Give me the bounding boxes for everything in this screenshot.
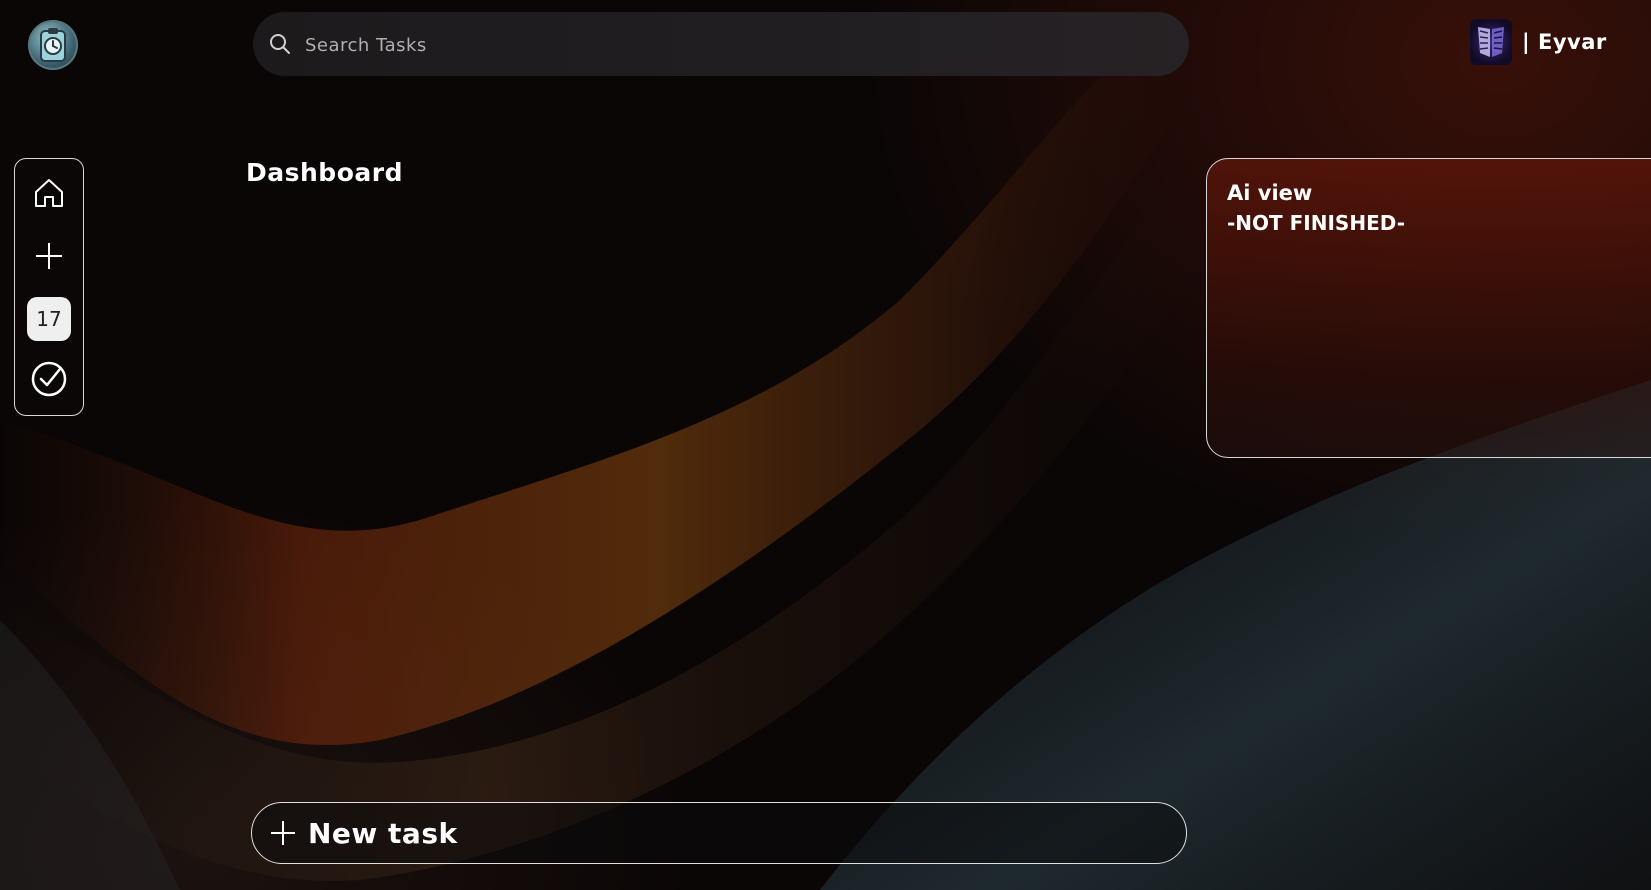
home-icon [35, 179, 63, 207]
calendar-icon: 17 [36, 307, 62, 331]
search-icon [269, 33, 291, 59]
username: | Eyvar [1522, 30, 1607, 54]
search-bar[interactable] [253, 12, 1189, 76]
wings-emblem-icon [1478, 27, 1504, 57]
plus-icon [36, 243, 62, 269]
avatar[interactable] [1470, 19, 1512, 65]
app-logo[interactable] [28, 20, 78, 70]
plus-icon [270, 820, 296, 846]
sidebar-item-home[interactable] [27, 171, 71, 215]
sidebar-item-add[interactable] [27, 234, 71, 278]
check-circle-icon [31, 361, 67, 397]
new-task-button[interactable]: New task [251, 802, 1187, 864]
sidebar-nav: 17 [14, 158, 84, 416]
sidebar-item-calendar[interactable]: 17 [27, 297, 71, 341]
page-title: Dashboard [246, 158, 403, 187]
user-profile[interactable]: | Eyvar [1470, 18, 1607, 66]
search-input[interactable] [303, 26, 1147, 64]
clipboard-clock-icon [40, 28, 66, 62]
ai-panel-title: Ai view [1227, 181, 1313, 205]
new-task-label: New task [308, 816, 458, 850]
ai-view-panel: Ai view -NOT FINISHED- [1206, 158, 1651, 458]
ai-panel-status: -NOT FINISHED- [1227, 211, 1406, 235]
sidebar-item-completed[interactable] [27, 357, 71, 401]
app-root: | Eyvar 17 Dashboard Ai view -NOT FINISH… [0, 0, 1651, 890]
